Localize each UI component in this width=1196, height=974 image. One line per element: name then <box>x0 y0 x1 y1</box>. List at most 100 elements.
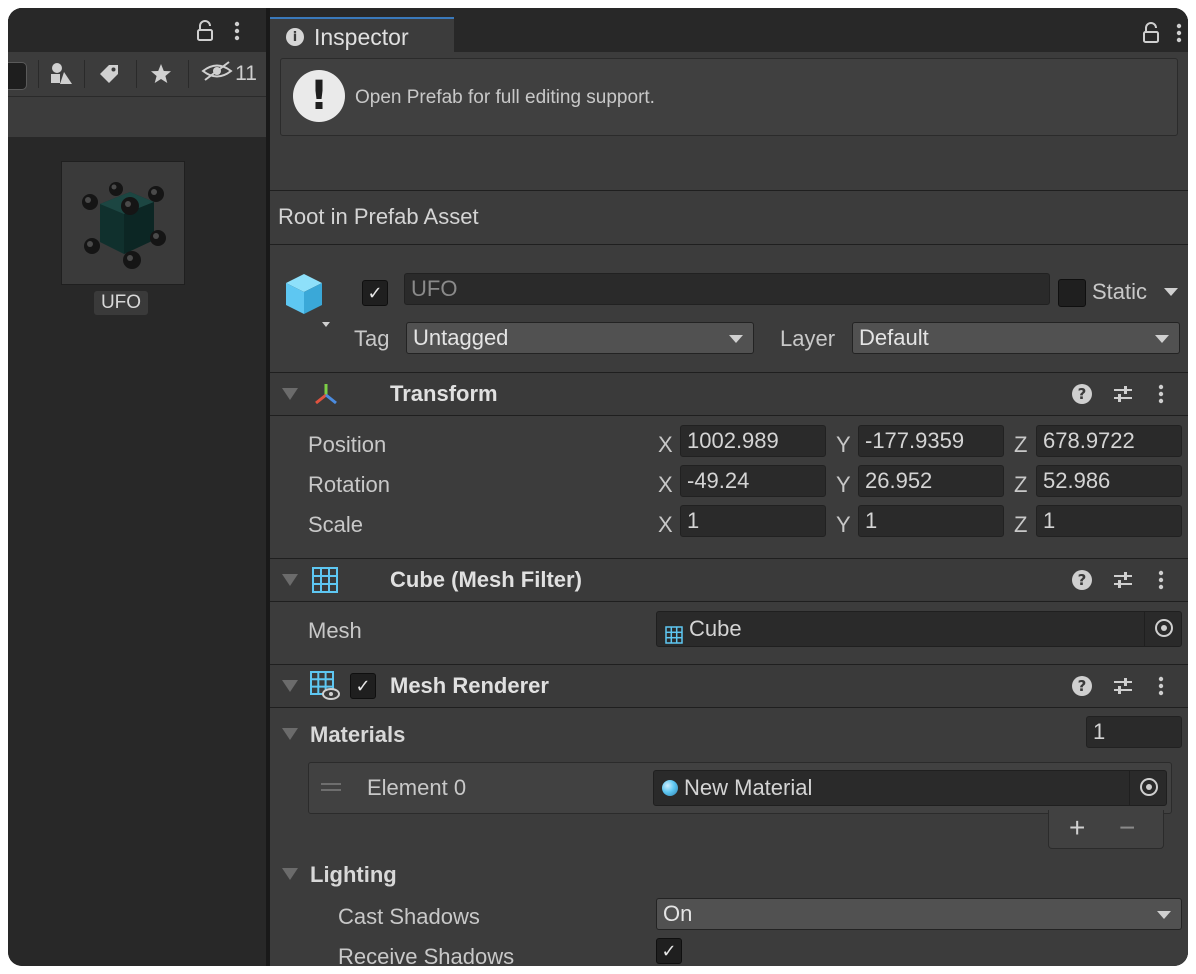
tag-label: Tag <box>354 326 390 351</box>
material-value: New Material <box>684 775 813 800</box>
asset-name-label[interactable]: UFO <box>94 291 148 315</box>
warning-bubble-tail <box>323 111 337 121</box>
mesh-filter-header[interactable]: Cube (Mesh Filter) ? <box>270 559 1188 601</box>
foldout-arrow-icon[interactable] <box>282 680 298 692</box>
static-checkbox[interactable] <box>1058 279 1086 307</box>
remove-element-button[interactable]: − <box>1119 812 1135 844</box>
cast-shadows-value: On <box>663 901 693 926</box>
materials-foldout-arrow-icon[interactable] <box>282 728 298 740</box>
search-input[interactable] <box>8 62 27 90</box>
inspector-panel: i Inspector ! Open Prefab for full editi… <box>270 8 1188 966</box>
separator <box>270 601 1188 602</box>
object-picker-icon <box>1155 619 1173 637</box>
layer-value: Default <box>859 325 929 350</box>
cast-shadows-dropdown[interactable]: On <box>656 898 1182 930</box>
component-menu-icon[interactable] <box>1158 569 1164 597</box>
separator <box>270 190 1188 191</box>
tag-dropdown[interactable]: Untagged <box>406 322 754 354</box>
drag-handle-icon[interactable] <box>321 783 341 785</box>
rotation-y-field[interactable]: 26.952 <box>858 465 1004 497</box>
position-x-field[interactable]: 1002.989 <box>680 425 826 457</box>
toolbar-separator <box>188 60 189 88</box>
axis-y-label[interactable]: Y <box>836 472 851 498</box>
tag-value: Untagged <box>413 325 509 350</box>
hidden-packages-toggle[interactable]: 11 <box>196 58 262 90</box>
lock-icon[interactable] <box>196 20 214 47</box>
mesh-renderer-icon <box>310 671 340 706</box>
mesh-filter-title: Cube (Mesh Filter) <box>390 567 582 592</box>
scale-y-field[interactable]: 1 <box>858 505 1004 537</box>
object-picker-button[interactable] <box>1129 771 1166 805</box>
filter-by-label-icon[interactable] <box>92 58 126 90</box>
more-options-icon[interactable] <box>234 20 240 47</box>
foldout-arrow-icon[interactable] <box>282 574 298 586</box>
material-sphere-icon <box>662 780 678 796</box>
hidden-visibility-icon <box>201 60 233 88</box>
drag-handle-icon[interactable] <box>321 789 341 791</box>
cast-shadows-label: Cast Shadows <box>338 904 480 929</box>
lighting-label[interactable]: Lighting <box>310 862 397 888</box>
gameobject-active-checkbox[interactable]: ✓ <box>362 280 388 306</box>
position-z-field[interactable]: 678.9722 <box>1036 425 1182 457</box>
mesh-object-field[interactable]: Cube <box>656 611 1182 647</box>
element-0-label: Element 0 <box>367 775 467 800</box>
mesh-renderer-enabled-checkbox[interactable]: ✓ <box>350 673 376 699</box>
gameobject-name-field[interactable]: UFO <box>404 273 1050 305</box>
mesh-grid-icon <box>312 567 338 598</box>
object-picker-button[interactable] <box>1144 612 1181 646</box>
materials-size-field[interactable]: 1 <box>1086 716 1182 748</box>
add-element-button[interactable]: + <box>1069 812 1085 844</box>
help-icon[interactable]: ? <box>1072 676 1092 696</box>
static-dropdown-caret-icon[interactable] <box>1164 288 1178 296</box>
axis-y-label[interactable]: Y <box>836 512 851 538</box>
materials-list: Element 0 New Material <box>308 762 1172 814</box>
rotation-label: Rotation <box>308 472 390 497</box>
material-object-field[interactable]: New Material <box>653 770 1167 806</box>
materials-label[interactable]: Materials <box>310 722 405 748</box>
mesh-renderer-header[interactable]: ✓ Mesh Renderer ? <box>270 665 1188 707</box>
separator <box>270 415 1188 416</box>
chevron-down-icon <box>1157 911 1171 919</box>
help-message: Open Prefab for full editing support. <box>355 87 655 108</box>
inspector-more-options-icon[interactable] <box>1176 22 1182 49</box>
inspector-tab-bar: i Inspector <box>270 8 1188 55</box>
axis-z-label[interactable]: Z <box>1014 472 1027 498</box>
component-menu-icon[interactable] <box>1158 383 1164 411</box>
help-icon[interactable]: ? <box>1072 384 1092 404</box>
presets-icon[interactable] <box>1112 675 1134 703</box>
position-y-field[interactable]: -177.9359 <box>858 425 1004 457</box>
rotation-z-field[interactable]: 52.986 <box>1036 465 1182 497</box>
project-panel: 11 UFO <box>8 8 266 966</box>
presets-icon[interactable] <box>1112 383 1134 411</box>
filter-by-type-icon[interactable] <box>44 58 78 90</box>
axis-z-label[interactable]: Z <box>1014 512 1027 538</box>
help-icon[interactable]: ? <box>1072 570 1092 590</box>
static-label[interactable]: Static <box>1092 279 1147 305</box>
lighting-foldout-arrow-icon[interactable] <box>282 868 298 880</box>
layer-dropdown[interactable]: Default <box>852 322 1180 354</box>
axis-x-label[interactable]: X <box>658 512 673 538</box>
foldout-arrow-icon[interactable] <box>282 388 298 400</box>
axis-z-label[interactable]: Z <box>1014 432 1027 458</box>
transform-header[interactable]: Transform ? <box>270 373 1188 415</box>
scale-x-field[interactable]: 1 <box>680 505 826 537</box>
presets-icon[interactable] <box>1112 569 1134 597</box>
inspector-content: ! Open Prefab for full editing support. … <box>270 52 1188 966</box>
favorite-star-icon[interactable] <box>144 58 178 90</box>
axis-x-label[interactable]: X <box>658 432 673 458</box>
axis-y-label[interactable]: Y <box>836 432 851 458</box>
axis-x-label[interactable]: X <box>658 472 673 498</box>
toolbar-separator <box>84 60 85 88</box>
component-menu-icon[interactable] <box>1158 675 1164 703</box>
receive-shadows-checkbox[interactable]: ✓ <box>656 938 682 964</box>
tab-inspector[interactable]: i Inspector <box>270 17 454 55</box>
gameobject-cube-icon[interactable] <box>284 272 334 333</box>
inspector-lock-icon[interactable] <box>1142 22 1160 49</box>
toolbar-separator <box>136 60 137 88</box>
position-label: Position <box>308 432 387 457</box>
rotation-x-field[interactable]: -49.24 <box>680 465 826 497</box>
list-add-remove-buttons: + − <box>1048 810 1164 849</box>
info-icon: i <box>286 28 304 46</box>
scale-z-field[interactable]: 1 <box>1036 505 1182 537</box>
asset-thumbnail[interactable] <box>61 161 185 285</box>
